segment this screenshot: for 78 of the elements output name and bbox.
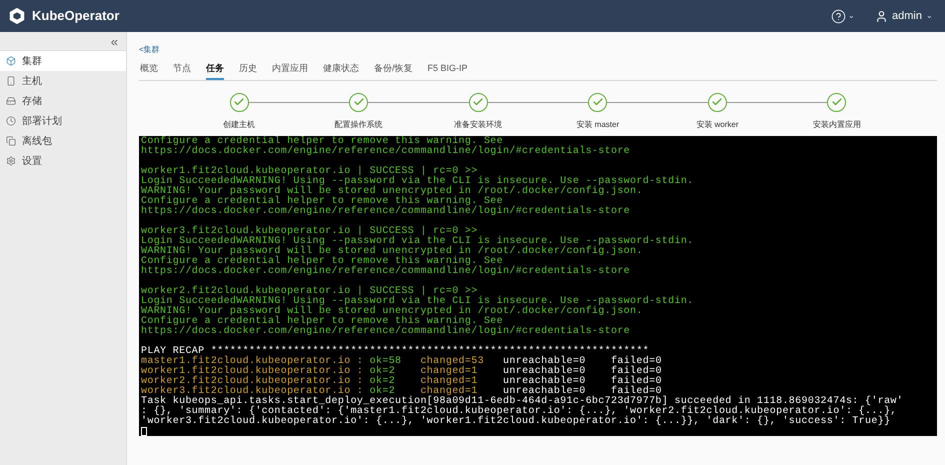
- sidebar-item[interactable]: 存储: [0, 91, 126, 111]
- terminal-text: changed=1: [420, 386, 478, 396]
- terminal-text: unreachable=0 failed=0: [502, 356, 662, 366]
- sidebar-item[interactable]: 部署计划: [0, 111, 126, 131]
- terminal-text: ok=58: [370, 356, 402, 366]
- logo-icon: [8, 7, 26, 25]
- terminal-text: WARNING! Your password will be stored unencrypted in /root/.docker/config.json.: [141, 246, 643, 256]
- sidebar-label: 存储: [22, 94, 42, 108]
- terminal-text: master1.fit2cloud.kubeoperator.io :: [141, 356, 364, 366]
- tab[interactable]: F5 BIG-IP: [428, 61, 468, 80]
- sidebar-item[interactable]: 集群: [0, 51, 126, 71]
- terminal-text: Login SucceededWARNING! Using --password via the CLI is insecure. Use --password-stdin.: [141, 236, 694, 246]
- terminal-text: changed=1: [419, 366, 479, 376]
- step-label: 安装 master: [575, 118, 620, 130]
- tab[interactable]: 概览: [140, 61, 158, 80]
- terminal-text: worker2.fit2cloud.kubeoperator.io | SUCCESS | rc=0 >>: [141, 286, 478, 296]
- sidebar-label: 部署计划: [22, 114, 62, 128]
- sidebar-item[interactable]: 主机: [0, 71, 126, 91]
- terminal-text: Login SucceededWARNING! Using --password via the CLI is insecure. Use --password-stdin.: [141, 296, 694, 306]
- terminal-text: unreachable=0 failed=0: [503, 386, 662, 396]
- sidebar-label: 集群: [22, 54, 42, 68]
- sidebar-label: 离线包: [22, 134, 52, 148]
- terminal-text: Login SucceededWARNING! Using --password via the CLI is insecure. Use --password-stdin.: [141, 176, 694, 186]
- terminal-text: worker3.fit2cloud.kubeoperator.io :: [141, 386, 364, 396]
- terminal-text: : {}, 'summary': {'contacted': {'master1.fit2cloud.kubeoperator.io': {...}, 'worker2.fit2cloud.kubeoperator.io': {...},: [141, 406, 897, 416]
- breadcrumb-link[interactable]: <集群: [139, 44, 160, 56]
- terminal-text: worker1.fit2cloud.kubeoperator.io :: [141, 366, 364, 376]
- step-label: 安装内置应用: [812, 118, 862, 130]
- terminal-text: ok=2: [370, 366, 396, 376]
- phone-icon: [6, 76, 16, 86]
- terminal-text: Configure a credential helper to remove this warning. See: [141, 256, 504, 266]
- terminal-text: WARNING! Your password will be stored unencrypted in /root/.docker/config.json.: [141, 306, 643, 316]
- settings-icon: [6, 156, 16, 166]
- terminal-text: unreachable=0 failed=0: [502, 366, 662, 376]
- terminal-text: https://docs.docker.com/engine/reference/commandline/login/#credentials-store: [141, 326, 630, 336]
- clock-icon: [6, 116, 16, 126]
- terminal-text: https://docs.docker.com/engine/reference/commandline/login/#credentials-store: [141, 266, 630, 276]
- terminal-text: Task kubeops_api.tasks.start_deploy_execution[98a09d11-6edb-464d-a91c-6bc723d7977b] succeeded in 1118.869032474s: {'raw': [141, 396, 904, 406]
- terminal-text: changed=1: [419, 376, 479, 386]
- sidebar-item[interactable]: 设置: [0, 151, 126, 171]
- tab[interactable]: 健康状态: [323, 61, 359, 80]
- tab[interactable]: 节点: [173, 61, 191, 80]
- sidebar-label: 主机: [22, 74, 42, 88]
- terminal-text: https://docs.docker.com/engine/reference/commandline/login/#credentials-store: [141, 206, 630, 216]
- user-icon: [875, 10, 888, 22]
- terminal-text: worker3.fit2cloud.kubeoperator.io | SUCCESS | rc=0 >>: [141, 226, 478, 236]
- terminal-text: worker2.fit2cloud.kubeoperator.io :: [141, 376, 364, 386]
- terminal-text: Configure a credential helper to remove this warning. See: [141, 316, 504, 326]
- terminal-text: worker1.fit2cloud.kubeoperator.io | SUCCESS | rc=0 >>: [141, 166, 478, 176]
- terminal-text: unreachable=0 failed=0: [502, 376, 662, 386]
- step-label: 创建主机: [222, 118, 256, 130]
- step-label: 配置操作系统: [334, 118, 384, 130]
- terminal-text: PLAY RECAP *********************************************************************: [141, 346, 650, 356]
- terminal-text: Configure a credential helper to remove this warning. See: [141, 196, 504, 206]
- help-button[interactable]: ⌄: [831, 8, 856, 24]
- cube-icon: [6, 56, 16, 66]
- drive-icon: [6, 96, 16, 106]
- brand-name: KubeOperator: [32, 7, 120, 26]
- copy-icon: [6, 136, 16, 146]
- terminal-text: WARNING! Your password will be stored unencrypted in /root/.docker/config.json.: [141, 186, 643, 196]
- terminal-text: ok=2: [370, 386, 396, 396]
- sidebar-label: 设置: [22, 154, 42, 168]
- tab[interactable]: 备份/恢复: [374, 61, 413, 80]
- terminal-text: changed=53: [419, 356, 485, 366]
- tab[interactable]: 任务: [206, 61, 224, 80]
- tab[interactable]: 内置应用: [272, 61, 308, 80]
- tab[interactable]: 历史: [239, 61, 257, 80]
- terminal-text: ok=2: [370, 376, 396, 386]
- help-icon: [831, 8, 846, 24]
- terminal-cursor: [141, 426, 147, 436]
- sidebar-item[interactable]: 离线包: [0, 131, 126, 151]
- terminal-text: Configure a credential helper to remove this warning. See: [141, 136, 504, 146]
- collapse-button[interactable]: «: [110, 34, 118, 48]
- terminal-text: https://docs.docker.com/engine/reference/commandline/login/#credentials-store: [141, 146, 630, 156]
- terminal-text: 'worker3.fit2cloud.kubeoperator.io': {...}, 'worker1.fit2cloud.kubeoperator.io': {...}}, 'dark': {}, 'success': True}}: [141, 416, 890, 426]
- step-label: 安装 worker: [695, 118, 740, 130]
- user-menu[interactable]: admin ⌄: [875, 8, 933, 24]
- step-label: 准备安装环境: [453, 118, 504, 130]
